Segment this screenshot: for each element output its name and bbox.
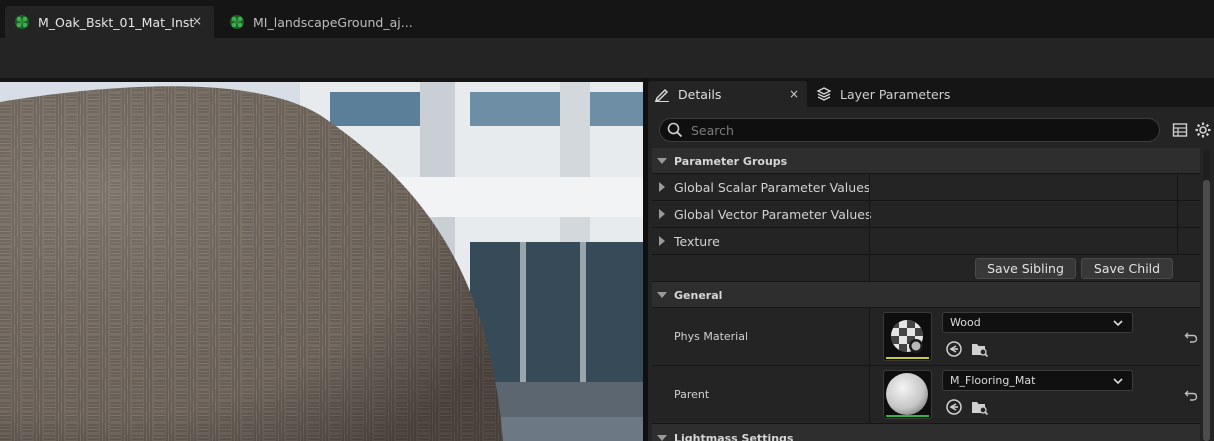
expand-arrow-icon (659, 236, 665, 246)
chevron-down-icon (1113, 378, 1123, 385)
asset-type-color-bar (886, 415, 929, 417)
search-box[interactable] (659, 118, 1160, 142)
use-selected-asset-icon[interactable] (945, 340, 963, 358)
details-panel-tabs: Details × Layer Parameters (648, 78, 1214, 107)
tab-label: Details (678, 86, 722, 102)
browse-folder-icon[interactable] (971, 398, 989, 416)
combo-value: M_Flooring_Mat (950, 374, 1036, 387)
group-label: Global Vector Parameter Values (674, 207, 872, 222)
asset-action-buttons (945, 398, 989, 416)
column-divider (869, 255, 870, 281)
category-parameter-groups[interactable]: Parameter Groups (652, 148, 1200, 174)
group-texture[interactable]: Texture (652, 228, 1200, 255)
details-panel: Details × Layer Parameters Search Parame… (648, 78, 1214, 441)
save-sibling-button[interactable]: Save Sibling (975, 258, 1076, 279)
close-tab-icon[interactable]: × (192, 14, 202, 28)
parent-material-thumbnail[interactable] (883, 370, 932, 419)
property-list: Parameter Groups Global Scalar Parameter… (652, 148, 1200, 441)
column-divider (1177, 201, 1178, 227)
material-instance-icon (230, 15, 244, 29)
group-label: Texture (674, 234, 720, 249)
details-content: Parameter Groups Global Scalar Parameter… (648, 107, 1214, 441)
group-label: Global Scalar Parameter Values (674, 180, 871, 195)
tab-label: Layer Parameters (840, 86, 951, 102)
vertical-scrollbar[interactable] (1203, 150, 1210, 441)
scrollbar-thumb[interactable] (1203, 180, 1210, 441)
tab-label: M_Oak_Bskt_01_Mat_Inst (38, 14, 195, 30)
column-divider (869, 308, 870, 365)
group-global-scalar-parameter-values[interactable]: Global Scalar Parameter Values (652, 174, 1200, 201)
tab-m-oak-bskt-mat-inst[interactable]: M_Oak_Bskt_01_Mat_Inst × (5, 6, 214, 38)
material-instance-icon (15, 15, 29, 29)
phys-material-thumbnail[interactable] (883, 312, 932, 361)
browse-folder-icon[interactable] (971, 340, 989, 358)
pencil-icon (654, 88, 669, 102)
physical-material-icon (891, 320, 923, 353)
category-general[interactable]: General (652, 282, 1200, 308)
viewport-render (0, 82, 643, 441)
material-sphere-icon (886, 373, 928, 415)
column-divider (1177, 174, 1178, 200)
tab-layer-parameters[interactable]: Layer Parameters (810, 81, 980, 107)
layers-icon (816, 87, 832, 101)
editor-toolbar (0, 38, 1214, 78)
category-title: Lightmass Settings (674, 432, 794, 441)
property-label: Parent (674, 388, 710, 401)
column-divider (869, 228, 870, 254)
property-parent: Parent M_Flooring_Mat (652, 366, 1200, 424)
column-divider (869, 201, 870, 227)
search-input[interactable] (691, 122, 1131, 138)
column-divider (1177, 228, 1178, 254)
column-divider (869, 366, 870, 423)
chevron-down-icon (1113, 320, 1123, 327)
group-global-vector-parameter-values[interactable]: Global Vector Parameter Values (652, 201, 1200, 228)
property-phys-material: Phys Material Wood (652, 308, 1200, 366)
use-selected-asset-icon[interactable] (945, 398, 963, 416)
expand-arrow-icon (659, 182, 665, 192)
collapse-arrow-icon (657, 435, 667, 441)
collapse-arrow-icon (657, 292, 667, 298)
save-child-button[interactable]: Save Child (1081, 258, 1173, 279)
parent-combo[interactable]: M_Flooring_Mat (942, 370, 1133, 391)
category-lightmass-settings[interactable]: Lightmass Settings (652, 424, 1200, 441)
asset-action-buttons (945, 340, 989, 358)
search-icon (667, 122, 683, 138)
asset-type-color-bar (886, 357, 929, 359)
category-title: Parameter Groups (674, 155, 788, 168)
column-divider (869, 174, 870, 200)
save-buttons-row: Save Sibling Save Child (652, 255, 1200, 282)
table-view-icon[interactable] (1172, 122, 1188, 138)
tab-mi-landscapeground[interactable]: MI_landscapeGround_aj... (220, 6, 420, 38)
property-label: Phys Material (674, 330, 749, 343)
tab-details[interactable]: Details × (648, 81, 807, 107)
category-title: General (674, 289, 723, 302)
collapse-arrow-icon (657, 158, 667, 164)
close-tab-icon[interactable]: × (789, 87, 799, 101)
document-tab-bar: M_Oak_Bskt_01_Mat_Inst × MI_landscapeGro… (0, 0, 1214, 38)
reset-to-default-icon[interactable] (1184, 330, 1198, 344)
tab-label: MI_landscapeGround_aj... (253, 14, 413, 30)
expand-arrow-icon (659, 209, 665, 219)
phys-material-combo[interactable]: Wood (942, 312, 1133, 333)
reset-to-default-icon[interactable] (1184, 388, 1198, 402)
combo-value: Wood (950, 316, 981, 329)
material-preview-viewport[interactable] (0, 82, 643, 441)
gear-icon[interactable] (1195, 122, 1211, 138)
